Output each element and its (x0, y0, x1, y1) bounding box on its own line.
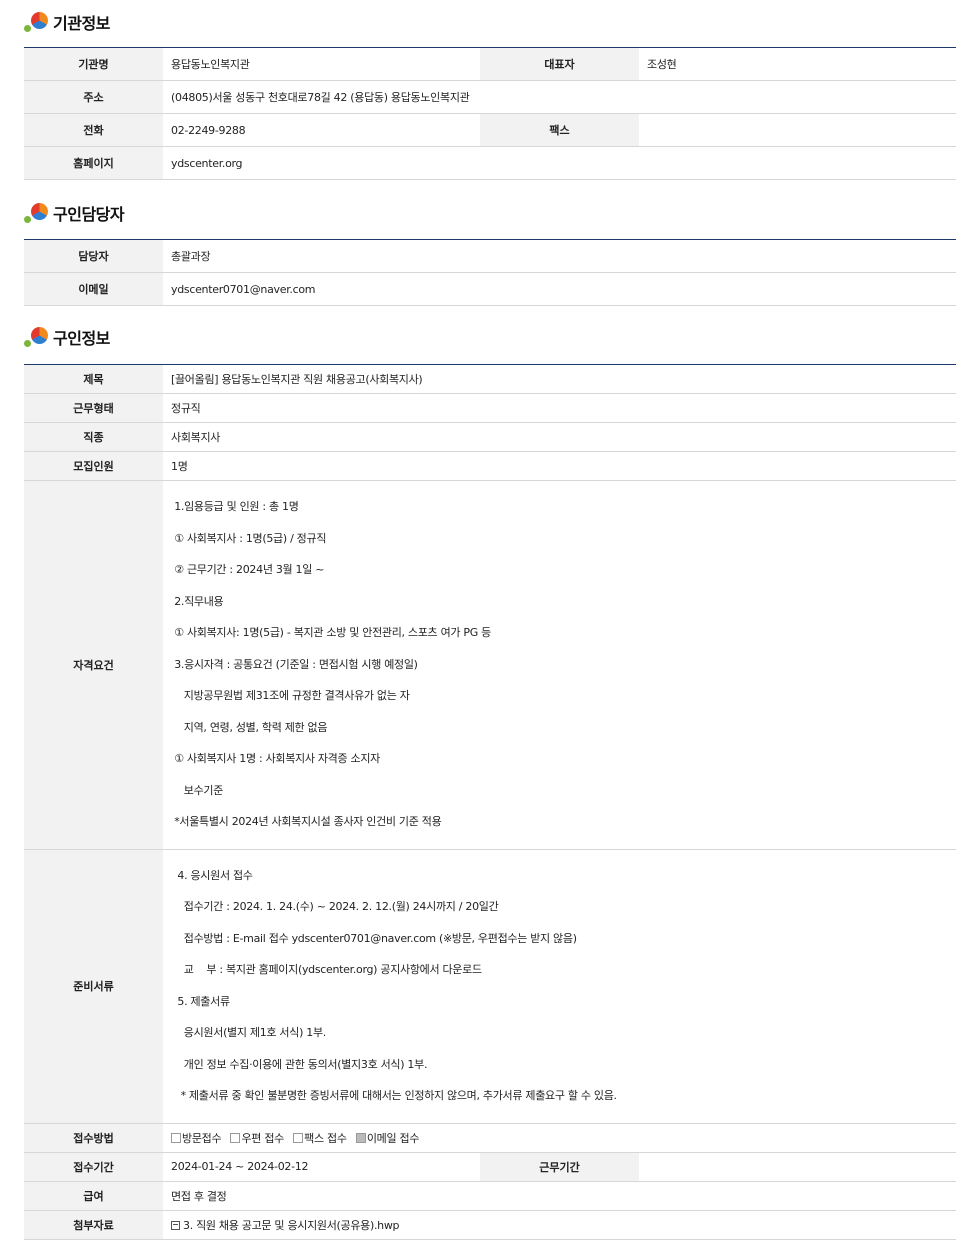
method-email: 이메일 접수 (355, 1131, 420, 1145)
job-info-table: 제목 [끌어올림] 용답동노인복지관 직원 채용공고(사회복지사) 근무형태 정… (24, 364, 957, 1240)
table-row: 이메일 ydscenter0701@naver.com (24, 272, 956, 306)
row-label: 직종 (24, 422, 163, 452)
doc-line: 접수기간 : 2024. 1. 24.(수) ~ 2024. 2. 12.(월)… (171, 900, 499, 913)
table-row: 홈페이지 ydscenter.org (24, 146, 956, 180)
table-row: 담당자 총괄과장 (24, 239, 956, 273)
table-row: 직종 사회복지사 (24, 422, 957, 452)
doc-line: 교 부 : 복지관 홈페이지(ydscenter.org) 공지사항에서 다운로… (171, 963, 482, 976)
qual-line: 지방공무원법 제31조에 규정한 결격사유가 없는 자 (171, 689, 410, 702)
org-fax (639, 113, 956, 147)
row-label: 담당자 (24, 239, 163, 273)
job-headcount: 1명 (163, 451, 957, 481)
job-qualifications: 1.임용등급 및 인원 : 총 1명 ① 사회복지사 : 1명(5급) / 정규… (163, 480, 957, 850)
checkbox-icon (171, 1132, 181, 1143)
row-label: 전화 (24, 113, 163, 147)
method-visit: 방문접수 (171, 1131, 222, 1145)
table-row: 기관명 용답동노인복지관 대표자 조성현 (24, 47, 956, 81)
checkbox-icon (293, 1132, 304, 1143)
job-occupation: 사회복지사 (163, 422, 957, 452)
row-label: 홈페이지 (24, 146, 163, 180)
doc-line: 5. 제출서류 (171, 994, 230, 1008)
attachment-link[interactable]: 3. 직원 채용 공고문 및 응시지원서(공유용).hwp (183, 1219, 400, 1232)
qual-line: 2.직무내용 (171, 594, 224, 608)
job-work-type: 정규직 (163, 393, 957, 423)
job-application-methods: 방문접수 우편 접수 팩스 접수 이메일 접수 (163, 1123, 957, 1153)
org-address: (04805)서울 성동구 천호대로78길 42 (용답동) 용답동노인복지관 (163, 80, 956, 114)
bullet-logo-icon (24, 10, 50, 34)
doc-line: * 제출서류 중 확인 불분명한 증빙서류에 대해서는 인정하지 않으며, 추가… (171, 1089, 617, 1102)
doc-line: 응시원서(별지 제1호 서식) 1부. (171, 1026, 327, 1039)
row-label: 준비서류 (24, 849, 163, 1124)
bullet-logo-icon (24, 325, 50, 349)
job-work-period (639, 1152, 957, 1182)
job-documents: 4. 응시원서 접수 접수기간 : 2024. 1. 24.(수) ~ 2024… (163, 849, 957, 1124)
checkbox-icon (230, 1132, 241, 1143)
row-label: 접수방법 (24, 1123, 163, 1153)
job-subject: [끌어올림] 용답동노인복지관 직원 채용공고(사회복지사) (163, 364, 957, 394)
qual-line: 1.임용등급 및 인원 : 총 1명 (171, 500, 299, 513)
section-title-org: 기관정보 (24, 10, 110, 34)
section-title-job: 구인정보 (24, 325, 110, 349)
table-row: 전화 02-2249-9288 팩스 (24, 113, 956, 147)
row-label: 기관명 (24, 47, 163, 81)
method-label: 방문접수 (182, 1131, 222, 1145)
section-heading: 구인정보 (53, 329, 110, 348)
qual-line: *서울특별시 2024년 사회복지시설 종사자 인건비 기준 적용 (171, 815, 442, 828)
qual-line: ② 근무기간 : 2024년 3월 1일 ~ (171, 563, 325, 576)
job-pay: 면접 후 결정 (163, 1181, 957, 1211)
method-label: 이메일 접수 (366, 1131, 420, 1145)
row-label: 모집인원 (24, 451, 163, 481)
org-info-table: 기관명 용답동노인복지관 대표자 조성현 주소 (04805)서울 성동구 천호… (24, 47, 956, 180)
doc-line: 접수방법 : E-mail 접수 ydscenter0701@naver.com… (171, 931, 577, 945)
row-label: 첨부자료 (24, 1210, 163, 1240)
bullet-logo-icon (24, 201, 50, 225)
section-heading: 기관정보 (53, 14, 110, 33)
org-homepage-link[interactable]: ydscenter.org (163, 146, 956, 180)
row-label: 근무기간 (480, 1152, 639, 1182)
org-representative: 조성현 (639, 47, 956, 81)
table-row: 근무형태 정규직 (24, 393, 957, 423)
org-phone: 02-2249-9288 (163, 113, 480, 147)
table-row: 준비서류 4. 응시원서 접수 접수기간 : 2024. 1. 24.(수) ~… (24, 849, 957, 1124)
row-label: 팩스 (480, 113, 639, 147)
doc-line: 4. 응시원서 접수 (171, 868, 253, 882)
table-row: 모집인원 1명 (24, 451, 957, 481)
contact-info-table: 담당자 총괄과장 이메일 ydscenter0701@naver.com (24, 239, 956, 306)
row-label: 이메일 (24, 272, 163, 306)
doc-line: 개인 정보 수집·이용에 관한 동의서(별지3호 서식) 1부. (171, 1057, 428, 1071)
row-label: 자격요건 (24, 480, 163, 850)
section-heading: 구인담당자 (53, 205, 125, 224)
table-row: 주소 (04805)서울 성동구 천호대로78길 42 (용답동) 용답동노인복… (24, 80, 956, 114)
row-label: 주소 (24, 80, 163, 114)
qual-line: 지역, 연령, 성별, 학력 제한 없음 (171, 720, 328, 734)
method-label: 팩스 접수 (304, 1131, 347, 1145)
row-label: 대표자 (480, 47, 639, 81)
qual-line: ① 사회복지사 1명 : 사회복지사 자격증 소지자 (171, 752, 380, 765)
file-icon (171, 1220, 180, 1230)
row-label: 근무형태 (24, 393, 163, 423)
table-row: 급여 면접 후 결정 (24, 1181, 957, 1211)
qual-line: 보수기준 (171, 783, 224, 797)
job-application-period: 2024-01-24 ~ 2024-02-12 (163, 1152, 480, 1182)
row-label: 급여 (24, 1181, 163, 1211)
qual-line: ① 사회복지사: 1명(5급) - 복지관 소방 및 안전관리, 스포츠 여가 … (171, 626, 491, 639)
job-attachment: 3. 직원 채용 공고문 및 응시지원서(공유용).hwp (163, 1210, 957, 1240)
table-row: 제목 [끌어올림] 용답동노인복지관 직원 채용공고(사회복지사) (24, 364, 957, 394)
method-mail: 우편 접수 (230, 1131, 284, 1145)
row-label: 접수기간 (24, 1152, 163, 1182)
table-row: 자격요건 1.임용등급 및 인원 : 총 1명 ① 사회복지사 : 1명(5급)… (24, 480, 957, 850)
checkbox-checked-icon (355, 1132, 366, 1143)
contact-email: ydscenter0701@naver.com (163, 272, 956, 306)
table-row: 접수기간 2024-01-24 ~ 2024-02-12 근무기간 (24, 1152, 957, 1182)
table-row: 첨부자료 3. 직원 채용 공고문 및 응시지원서(공유용).hwp (24, 1210, 957, 1240)
row-label: 제목 (24, 364, 163, 394)
table-row: 접수방법 방문접수 우편 접수 팩스 접수 이메일 접수 (24, 1123, 957, 1153)
qual-line: 3.응시자격 : 공통요건 (기준일 : 면접시험 시행 예정일) (171, 657, 418, 671)
method-label: 우편 접수 (241, 1131, 284, 1145)
org-name: 용답동노인복지관 (163, 47, 480, 81)
section-title-contact: 구인담당자 (24, 201, 125, 225)
contact-manager: 총괄과장 (163, 239, 956, 273)
qual-line: ① 사회복지사 : 1명(5급) / 정규직 (171, 531, 327, 545)
method-fax: 팩스 접수 (293, 1131, 347, 1145)
